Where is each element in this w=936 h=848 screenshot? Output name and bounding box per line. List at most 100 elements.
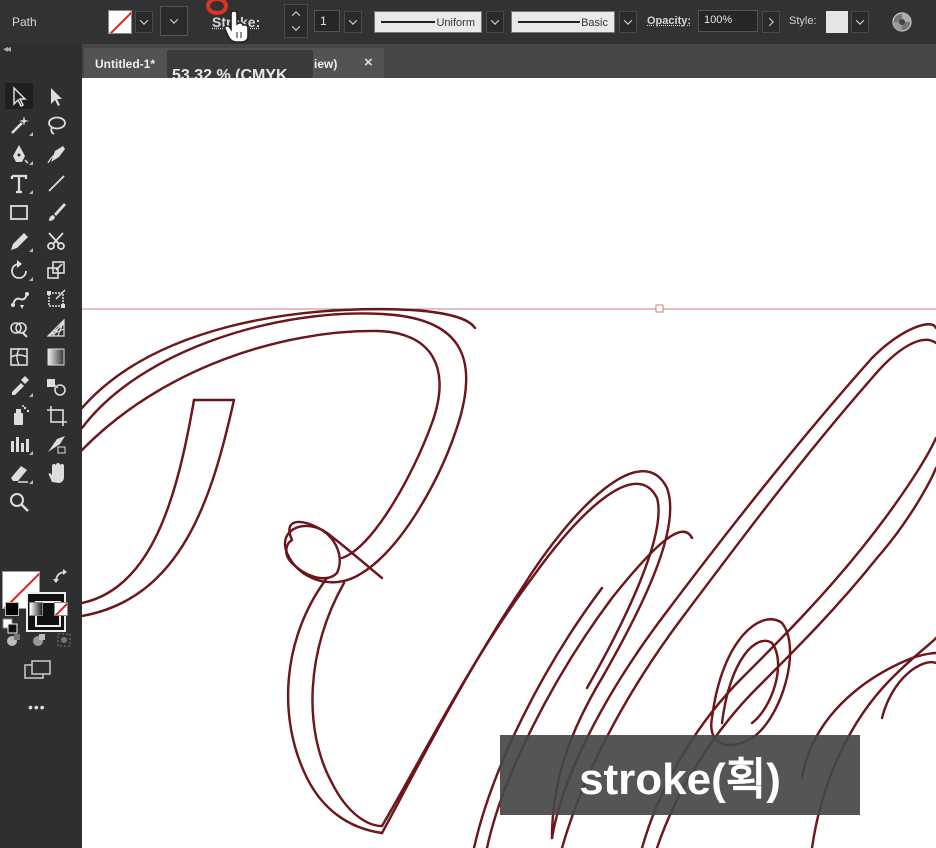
hand-pointer-cursor-icon xyxy=(223,10,249,43)
curvature-tool[interactable] xyxy=(42,141,70,167)
lettering-path-highlight xyxy=(82,308,476,409)
opacity-input[interactable]: 100% xyxy=(698,10,758,32)
draw-normal-icon[interactable] xyxy=(6,632,22,648)
selection-icon xyxy=(13,86,27,107)
symbol-sprayer-tool[interactable] xyxy=(5,402,33,428)
pencil-tool[interactable] xyxy=(5,228,33,254)
artboard-canvas[interactable] xyxy=(82,78,936,848)
chevron-down-icon xyxy=(855,16,865,25)
gradient-mode-button[interactable] xyxy=(29,602,43,616)
fill-none-swatch[interactable] xyxy=(108,10,132,34)
lettering-path[interactable] xyxy=(82,307,477,410)
zoom-tool[interactable] xyxy=(5,489,33,515)
lasso-tool[interactable] xyxy=(42,112,70,138)
color-mode-button[interactable] xyxy=(5,602,19,616)
none-mode-button[interactable] xyxy=(54,602,68,616)
stroke-weight-dropdown-button[interactable] xyxy=(344,11,362,33)
magic-wand-tool[interactable] xyxy=(5,112,33,138)
selection-tool[interactable] xyxy=(5,83,33,109)
variable-width-profile-select[interactable]: Uniform xyxy=(374,11,482,33)
lettering-path-highlight xyxy=(285,521,341,579)
free-transform-tool[interactable] xyxy=(42,286,70,312)
direct-selection-tool[interactable] xyxy=(42,83,70,109)
graphic-style-swatch[interactable] xyxy=(826,11,848,33)
paintbrush-tool[interactable] xyxy=(42,199,70,225)
brush-line-preview xyxy=(518,21,580,23)
chevron-right-icon xyxy=(765,17,774,27)
scale-icon xyxy=(47,261,65,279)
mesh-tool[interactable] xyxy=(5,344,33,370)
swap-fill-stroke-icon[interactable] xyxy=(52,568,70,586)
lettering-path[interactable] xyxy=(880,661,936,720)
puppet-warp-icon xyxy=(11,292,29,309)
edit-toolbar-icon[interactable]: ••• xyxy=(28,699,46,715)
chevron-down-icon xyxy=(139,16,149,25)
fill-dropdown-button[interactable] xyxy=(135,11,153,33)
rotate-tool[interactable] xyxy=(5,257,33,283)
curvature-icon xyxy=(47,146,65,164)
slice-tool[interactable] xyxy=(42,431,70,457)
draw-inside-icon[interactable] xyxy=(56,632,72,648)
lettering-path[interactable] xyxy=(82,398,196,605)
line-segment-tool[interactable] xyxy=(42,170,70,196)
lettering-path[interactable] xyxy=(286,576,384,835)
change-screen-mode-icon[interactable] xyxy=(24,660,52,682)
perspective-grid-tool[interactable] xyxy=(42,315,70,341)
puppet-warp-tool[interactable] xyxy=(5,286,33,312)
stroke-weight-input[interactable]: 1 xyxy=(314,10,340,32)
gradient-tool[interactable] xyxy=(42,344,70,370)
lettering-path[interactable] xyxy=(82,312,468,584)
gradient-icon xyxy=(47,348,65,366)
document-tab-bar: Untitled-1* iew) × xyxy=(0,44,936,78)
lettering-artwork[interactable] xyxy=(82,78,936,848)
lettering-path-highlight xyxy=(82,399,235,617)
direct-selection-icon xyxy=(51,88,62,106)
brush-dropdown-button[interactable] xyxy=(619,11,637,33)
chevron-down-icon xyxy=(490,16,500,25)
slice-icon xyxy=(48,436,66,454)
profile-line-preview xyxy=(381,21,435,23)
blend-tool[interactable] xyxy=(42,373,70,399)
lettering-path-highlight xyxy=(287,577,383,834)
eraser-tool[interactable] xyxy=(5,460,33,486)
shape-builder-tool[interactable] xyxy=(5,315,33,341)
close-icon[interactable]: × xyxy=(364,54,373,71)
style-dropdown-button[interactable] xyxy=(851,11,869,33)
stroke-color-dropdown-button[interactable] xyxy=(160,6,188,36)
profile-dropdown-button[interactable] xyxy=(486,11,504,33)
lettering-path-highlight xyxy=(312,582,383,827)
column-graph-tool[interactable] xyxy=(5,431,33,457)
symbol-sprayer-icon xyxy=(14,405,30,425)
chevron-down-icon xyxy=(169,15,179,24)
brush-definition-select[interactable]: Basic xyxy=(511,11,615,33)
eyedropper-tool[interactable] xyxy=(5,373,33,399)
collapse-panel-icon[interactable]: ◂◂ xyxy=(3,44,11,55)
type-tool[interactable] xyxy=(5,170,33,196)
lettering-path-highlight xyxy=(881,661,936,719)
artboard-tool[interactable] xyxy=(42,402,70,428)
lettering-path[interactable] xyxy=(82,398,236,618)
scale-tool[interactable] xyxy=(42,257,70,283)
stroke-weight-stepper[interactable] xyxy=(284,4,308,38)
pen-tool[interactable] xyxy=(5,141,33,167)
perspective-grid-icon xyxy=(46,318,65,337)
free-transform-icon xyxy=(47,289,66,308)
lettering-path[interactable] xyxy=(311,581,384,828)
zoom-icon xyxy=(10,493,29,512)
opacity-slider-button[interactable] xyxy=(762,11,780,33)
recolor-artwork-icon[interactable] xyxy=(891,11,913,33)
chevron-up-icon xyxy=(291,11,301,20)
blend-icon xyxy=(47,379,66,396)
guide-anchor-point[interactable] xyxy=(655,304,664,313)
lettering-path[interactable] xyxy=(285,520,341,580)
scissors-tool[interactable] xyxy=(42,228,70,254)
rectangle-tool[interactable] xyxy=(5,199,33,225)
lasso-icon xyxy=(48,116,66,135)
lettering-path-highlight xyxy=(82,399,195,604)
mesh-icon xyxy=(10,348,28,366)
selection-type-label: Path xyxy=(12,15,37,29)
hand-tool[interactable] xyxy=(42,460,70,486)
artboard-icon xyxy=(47,406,67,426)
draw-behind-icon[interactable] xyxy=(31,632,47,648)
opacity-label[interactable]: Opacity: xyxy=(647,15,691,27)
